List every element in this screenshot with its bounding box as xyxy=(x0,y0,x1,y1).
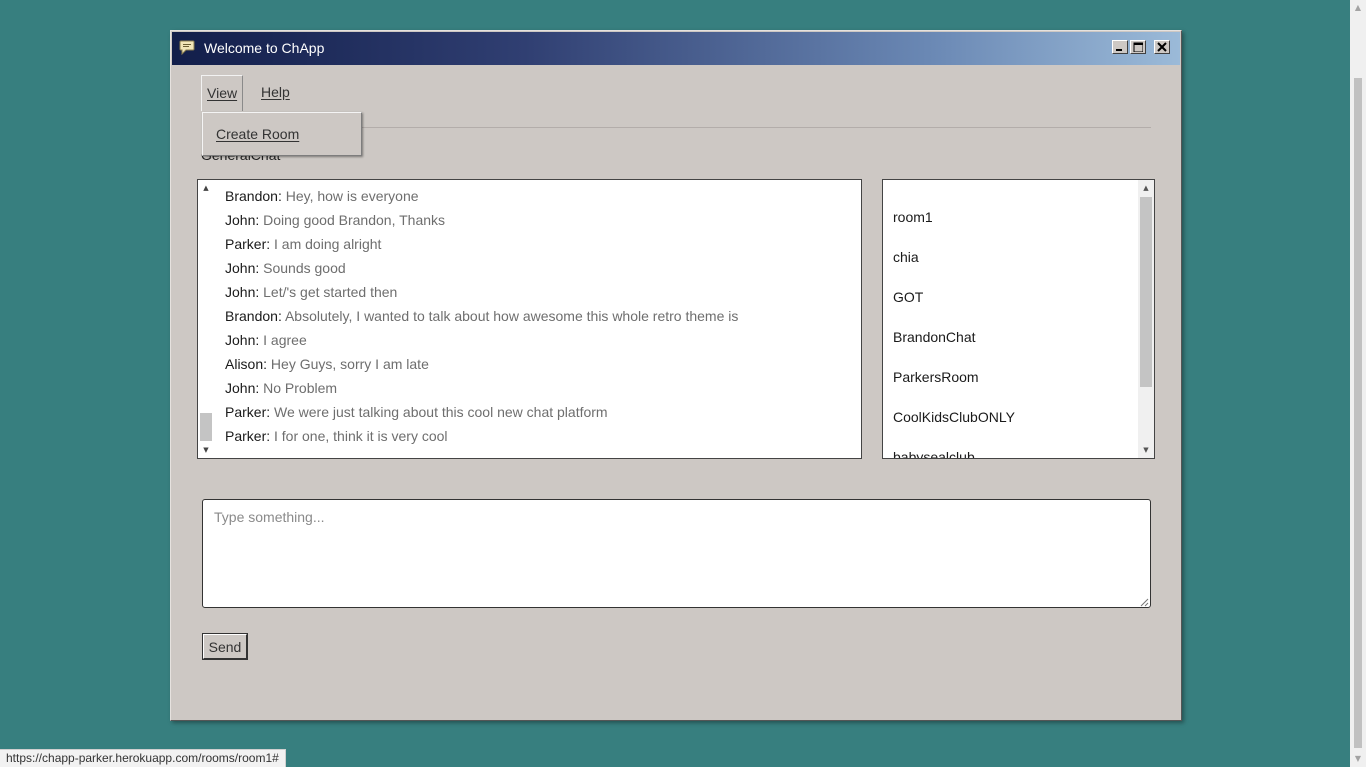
chat-bubble-icon xyxy=(179,40,195,55)
chat-message: Parker: I for one, think it is very cool xyxy=(225,428,448,444)
rooms-scroll-down-icon[interactable]: ▼ xyxy=(1138,442,1154,458)
message-author: Parker xyxy=(225,404,267,420)
message-author: John xyxy=(225,380,256,396)
send-button[interactable]: Send xyxy=(202,633,248,660)
message-text: I for one, think it is very cool xyxy=(274,428,448,444)
message-author: Brandon xyxy=(225,308,278,324)
message-author: John xyxy=(225,212,256,228)
chat-messages-panel[interactable]: ▲ ▼ Brandon: Hey, how is everyone John: D… xyxy=(197,179,862,459)
room-list-item[interactable]: room1 xyxy=(893,197,1015,237)
status-bar-url: https://chapp-parker.herokuapp.com/rooms… xyxy=(0,749,286,767)
chat-message: John: Doing good Brandon, Thanks xyxy=(225,212,446,228)
message-text: Hey, how is everyone xyxy=(285,188,419,204)
message-author: John xyxy=(225,284,256,300)
room-list-item[interactable]: ParkersRoom xyxy=(893,357,1015,397)
message-text: Doing good Brandon, Thanks xyxy=(263,212,446,228)
chat-message: Brandon: Hey, how is everyone xyxy=(225,188,419,204)
message-text: We were just talking about this cool new… xyxy=(274,404,608,420)
scroll-down-arrow-icon[interactable]: ▼ xyxy=(1350,751,1366,767)
chat-scrollbar[interactable]: ▲ ▼ xyxy=(198,180,214,458)
room-list-item[interactable]: BrandonChat xyxy=(893,317,1015,357)
message-author: John xyxy=(225,332,256,348)
minimize-button[interactable] xyxy=(1112,40,1128,54)
menu-divider xyxy=(362,127,1151,128)
message-author: Brandon xyxy=(225,188,278,204)
message-input[interactable] xyxy=(202,499,1151,608)
message-author: Parker xyxy=(225,428,267,444)
room-list-item[interactable]: babysealclub xyxy=(893,437,1015,458)
page-scrollbar[interactable]: ▲ ▼ xyxy=(1350,0,1366,767)
resize-grip-icon[interactable] xyxy=(1137,595,1149,607)
room-list-item[interactable]: GOT xyxy=(893,277,1015,317)
room-list: room1 chia GOT BrandonChat ParkersRoom CoolKi… xyxy=(893,197,1015,458)
message-text: Let/'s get started then xyxy=(263,284,398,300)
rooms-scrollbar[interactable]: ▲ ▼ xyxy=(1138,180,1154,458)
chapp-window: Welcome to ChApp View Help Create Room G… xyxy=(170,30,1182,721)
menu-view[interactable]: View xyxy=(201,75,244,111)
title-bar[interactable]: Welcome to ChApp xyxy=(172,32,1180,65)
room-list-item[interactable]: CoolKidsClubONLY xyxy=(893,397,1015,437)
chat-message: Parker: I am doing alright xyxy=(225,236,382,252)
message-text: Absolutely, I wanted to talk about how a… xyxy=(284,308,739,324)
scroll-up-arrow-icon[interactable]: ▲ xyxy=(1350,0,1366,16)
chat-message: John: I agree xyxy=(225,332,307,348)
maximize-icon xyxy=(1133,42,1143,52)
chat-scroll-up-icon[interactable]: ▲ xyxy=(198,180,214,196)
chat-scrollbar-thumb[interactable] xyxy=(200,413,212,441)
window-title: Welcome to ChApp xyxy=(204,40,325,56)
close-icon xyxy=(1157,42,1167,52)
message-text: Hey Guys, sorry I am late xyxy=(270,356,429,372)
message-author: Parker xyxy=(225,236,267,252)
chat-message: John: Let/'s get started then xyxy=(225,284,398,300)
chat-message: Alison: Hey Guys, sorry I am late xyxy=(225,356,429,372)
chat-message: Parker: We were just talking about this … xyxy=(225,404,608,420)
message-list: Brandon: Hey, how is everyone John: Doing… xyxy=(225,184,853,448)
message-author: Alison xyxy=(225,356,264,372)
close-button[interactable] xyxy=(1154,40,1170,54)
chat-scroll-down-icon[interactable]: ▼ xyxy=(198,442,214,458)
message-text: I agree xyxy=(263,332,307,348)
page-scrollbar-thumb[interactable] xyxy=(1354,78,1362,748)
message-text: No Problem xyxy=(263,380,338,396)
message-author: John xyxy=(225,260,256,276)
chat-message: John: Sounds good xyxy=(225,260,346,276)
rooms-scroll-up-icon[interactable]: ▲ xyxy=(1138,180,1154,196)
chat-message: John: No Problem xyxy=(225,380,338,396)
message-text: Sounds good xyxy=(263,260,346,276)
minimize-icon xyxy=(1116,49,1122,51)
rooms-scrollbar-thumb[interactable] xyxy=(1140,197,1152,387)
menu-item-create-room[interactable]: Create Room xyxy=(216,113,299,155)
chat-message: Brandon: Absolutely, I wanted to talk ab… xyxy=(225,308,739,324)
view-dropdown-menu: Create Room xyxy=(202,112,362,156)
maximize-button[interactable] xyxy=(1130,40,1146,54)
menu-help[interactable]: Help xyxy=(256,75,295,111)
room-list-item[interactable]: chia xyxy=(893,237,1015,277)
rooms-panel[interactable]: room1 chia GOT BrandonChat ParkersRoom CoolKi… xyxy=(882,179,1155,459)
message-text: I am doing alright xyxy=(274,236,382,252)
